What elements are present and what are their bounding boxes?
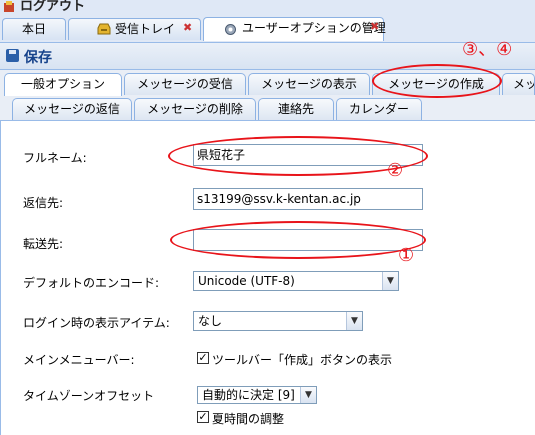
gear-icon: [225, 24, 236, 35]
save-button[interactable]: 保存: [24, 47, 52, 67]
fullname-label: フルネーム:: [23, 151, 87, 165]
reply-to-label: 返信先:: [23, 196, 64, 210]
encoding-select[interactable]: Unicode (UTF-8) ▼: [193, 271, 399, 291]
logout-link[interactable]: ログアウト: [20, 0, 85, 14]
main-menu-bar-label: メインメニューバー:: [23, 353, 135, 367]
tab-general-options[interactable]: 一般オプション: [4, 73, 122, 96]
toolbar-compose-checkbox-label: ツールバー「作成」ボタンの表示: [212, 353, 393, 367]
dst-label: 夏時間の調整: [212, 412, 285, 426]
chevron-down-icon[interactable]: ▼: [382, 272, 398, 290]
timezone-value: 自動的に決定 [9]: [202, 388, 295, 402]
tab-message-delete[interactable]: メッセージの削除: [134, 98, 256, 120]
tab-message-reply[interactable]: メッセージの返信: [12, 98, 132, 120]
reply-to-input[interactable]: s13199@ssv.k-kentan.ac.jp: [193, 188, 423, 210]
app-icon: [4, 1, 14, 12]
inbox-icon: [97, 23, 111, 35]
tab-message-receive[interactable]: メッセージの受信: [124, 73, 246, 95]
tab-inbox-label: 受信トレイ: [115, 22, 176, 36]
annotation-number-3-4: ③、④: [462, 39, 513, 60]
tab-today-label: 本日: [22, 22, 47, 36]
window-tab-bar: 本日 受信トレイ ✖ ユーザーオプションの管理 ✖: [0, 14, 535, 43]
tab-user-options[interactable]: ユーザーオプションの管理 ✖: [203, 16, 386, 41]
tab-inbox[interactable]: 受信トレイ ✖: [68, 18, 201, 40]
chevron-down-icon[interactable]: ▼: [300, 387, 316, 403]
dst-checkbox[interactable]: ✓: [197, 411, 209, 423]
chevron-down-icon[interactable]: ▼: [346, 312, 362, 330]
tab-user-options-label: ユーザーオプションの管理: [242, 21, 386, 35]
annotation-oval-compose-tab: [372, 64, 502, 98]
option-tabs-row-2: メッセージの返信 メッセージの削除 連絡先 カレンダー: [0, 96, 535, 121]
tab-calendar[interactable]: カレンダー: [336, 98, 422, 120]
title-strip: ログアウト: [0, 0, 535, 14]
login-item-label: ログイン時の表示アイテム:: [23, 316, 170, 330]
encoding-value: Unicode (UTF-8): [198, 274, 295, 288]
annotation-oval-forward: [170, 221, 426, 259]
timezone-label: タイムゾーンオフセット: [23, 389, 155, 403]
login-item-value: なし: [198, 314, 223, 328]
toolbar-compose-checkbox[interactable]: ✓: [197, 352, 209, 364]
tab-today[interactable]: 本日: [2, 18, 66, 40]
tab-message-more[interactable]: メッ: [502, 73, 535, 95]
tab-contacts[interactable]: 連絡先: [258, 98, 334, 120]
annotation-number-1: ①: [398, 245, 415, 266]
timezone-select[interactable]: 自動的に決定 [9] ▼: [197, 386, 317, 404]
login-item-select[interactable]: なし ▼: [193, 311, 363, 331]
forward-to-label: 転送先:: [23, 237, 64, 251]
save-icon: [6, 49, 19, 62]
close-icon[interactable]: ✖: [370, 16, 379, 37]
close-icon[interactable]: ✖: [183, 17, 192, 38]
encoding-label: デフォルトのエンコード:: [23, 276, 160, 290]
annotation-number-2: ②: [387, 160, 404, 181]
tab-message-display[interactable]: メッセージの表示: [248, 73, 370, 95]
